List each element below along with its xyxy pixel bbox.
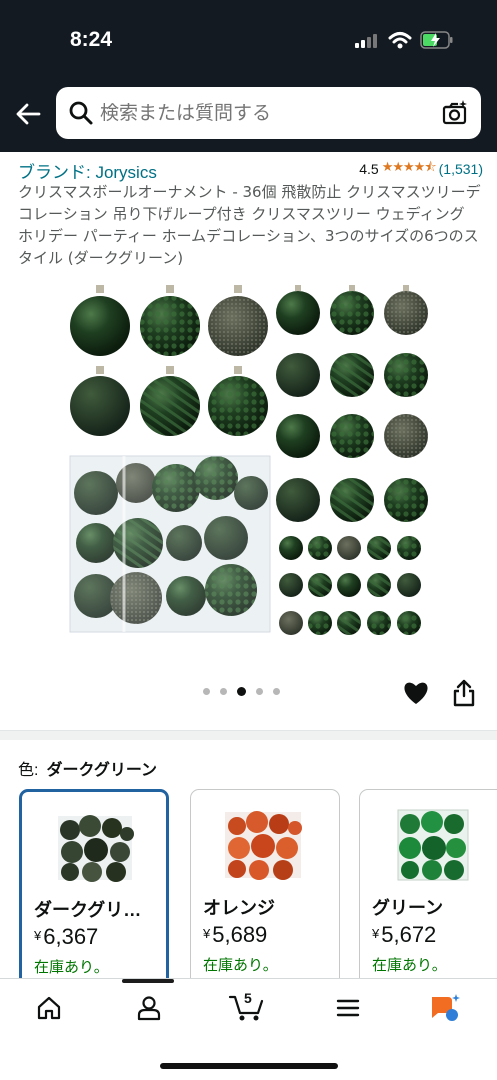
pagination-dot[interactable] — [256, 688, 263, 695]
nav-active-indicator — [122, 979, 174, 983]
status-bar: 8:24 — [0, 0, 497, 80]
section-divider — [0, 730, 497, 740]
variant-stock: 在庫あり。 — [372, 956, 447, 974]
search-box[interactable] — [56, 87, 481, 139]
wifi-icon — [388, 32, 412, 49]
product-title: クリスマスボールオーナメント - 36個 飛散防止 クリスマスツリーデコレーショ… — [18, 183, 481, 267]
product-image[interactable] — [66, 278, 436, 643]
large-ornaments — [70, 285, 268, 436]
wishlist-heart-icon[interactable] — [402, 680, 430, 706]
pagination-dot[interactable] — [220, 688, 227, 695]
back-arrow-icon[interactable] — [14, 100, 42, 128]
variant-stock: 在庫あり。 — [34, 958, 109, 976]
image-pagination[interactable] — [203, 687, 280, 696]
pagination-dot[interactable] — [273, 688, 280, 695]
search-input[interactable] — [100, 97, 420, 129]
ai-assistant-icon[interactable] — [428, 993, 462, 1023]
brand-link[interactable]: ブランド: Jorysics — [18, 163, 157, 182]
share-icon[interactable] — [452, 679, 476, 707]
variant-card-dark-green[interactable]: ダークグリ… ¥6,367 在庫あり。 — [19, 789, 169, 989]
signal-icon — [355, 34, 377, 48]
battery-charging-icon — [420, 31, 453, 49]
variant-name: オレンジ — [203, 898, 275, 918]
variant-price: ¥6,367 — [34, 924, 99, 949]
home-indicator — [160, 1063, 338, 1069]
rating-count[interactable]: (1,531) — [439, 161, 483, 177]
cart-button[interactable]: 5 — [228, 989, 268, 1023]
variant-thumbnail — [225, 811, 302, 880]
rating-value: 4.5 — [359, 161, 379, 177]
rating-stars-icon: ★★★★⯪ — [381, 159, 437, 174]
search-header — [0, 80, 497, 152]
variant-price: ¥5,672 — [372, 922, 437, 947]
variant-card-green[interactable]: グリーン ¥5,672 在庫あり。 — [359, 789, 497, 989]
home-icon[interactable] — [36, 995, 62, 1021]
ornament-image — [69, 285, 428, 635]
variant-price: ¥5,689 — [203, 922, 268, 947]
account-icon[interactable] — [136, 995, 162, 1021]
variant-name: グリーン — [372, 898, 444, 918]
camera-search-icon[interactable] — [441, 99, 469, 127]
status-time: 8:24 — [70, 28, 113, 51]
pagination-dot[interactable] — [203, 688, 210, 695]
variant-thumbnail — [397, 809, 469, 881]
small-ornaments — [276, 285, 428, 635]
pagination-dot-active[interactable] — [237, 687, 246, 696]
search-icon — [69, 101, 93, 125]
variant-stock: 在庫あり。 — [203, 956, 278, 974]
color-label: 色: — [18, 762, 39, 779]
rating[interactable]: 4.5 ★★★★⯪ (1,531) — [359, 158, 483, 180]
color-variant-header: 色: ダークグリーン — [18, 756, 157, 780]
variant-card-orange[interactable]: オレンジ ¥5,689 在庫あり。 — [190, 789, 340, 989]
menu-icon[interactable] — [335, 995, 361, 1021]
ornament-box — [69, 455, 271, 633]
cart-count: 5 — [244, 990, 252, 1006]
variant-thumbnail — [58, 815, 134, 882]
color-selected-value: ダークグリーン — [46, 762, 158, 779]
variant-name: ダークグリ… — [34, 900, 142, 920]
brand-rating-row: ブランド: Jorysics 4.5 ★★★★⯪ (1,531) — [18, 158, 483, 182]
